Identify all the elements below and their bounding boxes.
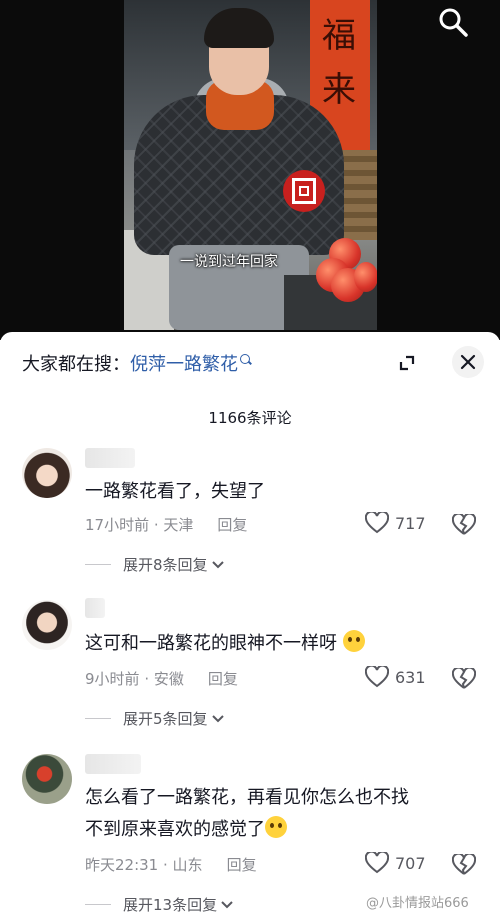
banner-char: 福 bbox=[322, 16, 356, 56]
comment-text: 一路繁花看了，失望了 bbox=[85, 481, 265, 502]
expand-replies-label: 展开13条回复 bbox=[123, 896, 218, 914]
comment-location: 山东 bbox=[172, 856, 203, 874]
trending-search[interactable]: 大家都在搜：倪萍一路繁花 bbox=[22, 350, 250, 376]
search-icon bbox=[439, 8, 468, 37]
comment-text-line-2: 不到原来喜欢的感觉了 bbox=[85, 814, 445, 846]
sticker-badge bbox=[283, 170, 325, 212]
expand-replies-label: 展开8条回复 bbox=[123, 556, 208, 574]
like-count: 707 bbox=[395, 853, 426, 873]
dislike-button[interactable] bbox=[451, 852, 477, 876]
search-button[interactable] bbox=[436, 5, 470, 39]
video-subtitle: 一说到过年回家 bbox=[180, 254, 278, 270]
comment-meta: 昨天22:31 · 山东 回复 bbox=[85, 856, 257, 874]
chevron-down-icon bbox=[221, 900, 233, 908]
comment-time: 昨天22:31 bbox=[85, 856, 159, 874]
comment-time: 9小时前 bbox=[85, 670, 140, 688]
apple bbox=[354, 262, 377, 292]
heart-icon bbox=[365, 852, 389, 874]
chevron-down-icon bbox=[211, 560, 224, 568]
comment-time: 17小时前 bbox=[85, 516, 150, 534]
expand-replies[interactable]: 展开5条回复 bbox=[85, 708, 226, 729]
comment-sheet: 大家都在搜：倪萍一路繁花 1166条评论 一路繁花看了，失望了 17小时前 · … bbox=[0, 332, 500, 914]
small-search-icon bbox=[240, 354, 250, 364]
video-frame: 福 来 bbox=[124, 0, 377, 330]
comment-location: 安徽 bbox=[153, 670, 184, 688]
close-button[interactable] bbox=[452, 346, 484, 378]
username-blurred[interactable] bbox=[85, 754, 141, 774]
pleading-emoji-icon bbox=[265, 816, 287, 838]
watermark: @八卦情报站666 bbox=[366, 896, 469, 911]
username-blurred[interactable] bbox=[85, 448, 135, 468]
reply-button[interactable]: 回复 bbox=[227, 856, 257, 874]
video-player[interactable]: 福 来 一说到过年回家 bbox=[0, 0, 500, 340]
comment-text-content: 这可和一路繁花的眼神不一样呀 bbox=[85, 633, 337, 654]
expand-icon bbox=[399, 355, 415, 371]
dislike-button[interactable] bbox=[451, 512, 477, 536]
reply-button[interactable]: 回复 bbox=[217, 516, 247, 534]
trending-search-keyword[interactable]: 倪萍一路繁花 bbox=[130, 354, 238, 375]
heart-icon bbox=[365, 512, 389, 534]
comment-text-line: 怎么看了一路繁花，再看见你怎么也不找 bbox=[85, 787, 409, 808]
username-blurred[interactable] bbox=[85, 598, 105, 618]
dislike-button[interactable] bbox=[451, 666, 477, 690]
trending-search-prefix: 大家都在搜： bbox=[22, 354, 130, 375]
reply-button[interactable]: 回复 bbox=[208, 670, 238, 688]
expand-sheet-button[interactable] bbox=[392, 348, 422, 378]
like-button[interactable]: 631 bbox=[365, 666, 426, 688]
comment-meta: 9小时前 · 安徽 回复 bbox=[85, 670, 238, 688]
chevron-down-icon bbox=[211, 714, 224, 722]
expand-replies[interactable]: 展开8条回复 bbox=[85, 554, 226, 575]
avatar[interactable] bbox=[22, 448, 72, 498]
expand-replies[interactable]: 展开13条回复 bbox=[85, 894, 235, 915]
avatar[interactable] bbox=[22, 600, 72, 650]
expand-replies-label: 展开5条回复 bbox=[123, 710, 208, 728]
comment-text: 怎么看了一路繁花，再看见你怎么也不找 不到原来喜欢的感觉了 bbox=[85, 782, 445, 846]
like-button[interactable]: 707 bbox=[365, 852, 426, 874]
broken-heart-icon bbox=[451, 852, 477, 875]
broken-heart-icon bbox=[451, 512, 477, 535]
like-count: 631 bbox=[395, 667, 426, 687]
close-icon bbox=[460, 354, 476, 370]
avatar[interactable] bbox=[22, 754, 72, 804]
laughing-emoji-icon bbox=[342, 630, 365, 652]
comment-text-content: 不到原来喜欢的感觉了 bbox=[85, 819, 265, 840]
heart-icon bbox=[365, 666, 389, 688]
like-count: 717 bbox=[395, 513, 426, 533]
banner-char: 来 bbox=[322, 70, 356, 110]
broken-heart-icon bbox=[451, 666, 477, 689]
comment-text: 这可和一路繁花的眼神不一样呀 bbox=[85, 628, 445, 660]
like-button[interactable]: 717 bbox=[365, 512, 426, 534]
comment-meta: 17小时前 · 天津 回复 bbox=[85, 516, 248, 534]
comment-location: 天津 bbox=[163, 516, 194, 534]
comment-count: 1166条评论 bbox=[208, 409, 292, 427]
